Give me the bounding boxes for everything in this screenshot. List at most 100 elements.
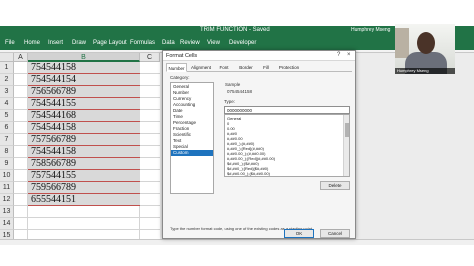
tab-fill[interactable]: Fill <box>261 63 271 72</box>
help-icon[interactable]: ? <box>337 52 340 58</box>
cell-a[interactable] <box>14 170 28 182</box>
column-header-b[interactable]: B <box>28 53 140 62</box>
select-all-corner[interactable] <box>0 53 14 62</box>
tab-font[interactable]: Font <box>217 63 231 72</box>
row-header[interactable]: 12 <box>0 194 14 206</box>
row-header[interactable]: 14 <box>0 218 14 230</box>
cell-b-value[interactable]: 757566789 <box>28 134 140 146</box>
dialog-title-bar: Format Cells ? × <box>163 51 355 61</box>
cell-c[interactable] <box>140 86 160 98</box>
cell-b-value[interactable]: 754544158 <box>28 122 140 134</box>
cell-a[interactable] <box>14 206 28 218</box>
cell-a[interactable] <box>14 218 28 230</box>
row-header[interactable]: 2 <box>0 74 14 86</box>
tab-alignment[interactable]: Alignment <box>189 63 213 72</box>
cell-b-value[interactable]: 754544168 <box>28 110 140 122</box>
cell-a[interactable] <box>14 86 28 98</box>
tab-developer[interactable]: Developer <box>229 40 256 46</box>
tab-home[interactable]: Home <box>24 40 40 46</box>
row-header[interactable]: 4 <box>0 98 14 110</box>
tab-border[interactable]: Border <box>237 63 255 72</box>
row-header[interactable]: 3 <box>0 86 14 98</box>
row-header[interactable]: 5 <box>0 110 14 122</box>
cell-c[interactable] <box>140 74 160 86</box>
cell-a[interactable] <box>14 146 28 158</box>
dialog-title: Format Cells <box>166 53 198 59</box>
format-cells-dialog: Format Cells ? × Number Alignment Font B… <box>162 50 356 239</box>
cell-b-value[interactable]: 759566789 <box>28 182 140 194</box>
cell-c[interactable] <box>140 146 160 158</box>
row-header[interactable]: 13 <box>0 206 14 218</box>
cell-c[interactable] <box>140 110 160 122</box>
scrollbar-thumb[interactable] <box>345 123 349 137</box>
type-input[interactable]: 0000000000 <box>224 106 350 114</box>
column-header-c[interactable]: C <box>140 53 160 62</box>
cell-c[interactable] <box>140 134 160 146</box>
row-header[interactable]: 6 <box>0 122 14 134</box>
tab-file[interactable]: File <box>5 40 15 46</box>
cell-b-value[interactable]: 655544151 <box>28 194 140 206</box>
sample-label: Sample <box>225 82 241 87</box>
tab-data[interactable]: Data <box>162 40 175 46</box>
cell-a[interactable] <box>14 194 28 206</box>
row-header[interactable]: 9 <box>0 158 14 170</box>
row-header[interactable]: 1 <box>0 62 14 74</box>
ok-button[interactable]: OK <box>284 229 314 238</box>
cell-a[interactable] <box>14 122 28 134</box>
cell-a[interactable] <box>14 182 28 194</box>
category-item[interactable]: Custom <box>171 150 213 156</box>
cell-c[interactable] <box>140 62 160 74</box>
format-code-item[interactable]: $#,##0.00_);($#,##0.00) <box>225 171 343 176</box>
user-name[interactable]: Humphrey Mseng <box>351 27 390 33</box>
type-label: Type: <box>224 99 236 104</box>
delete-button[interactable]: Delete <box>320 181 350 190</box>
cell-c[interactable] <box>140 218 160 230</box>
format-list-scrollbar[interactable] <box>343 115 349 176</box>
tab-protection[interactable]: Protection <box>276 63 302 72</box>
category-label: Category: <box>170 75 190 80</box>
tab-number[interactable]: Number <box>166 63 187 72</box>
close-icon[interactable]: × <box>347 52 351 58</box>
tab-page-layout[interactable]: Page Layout <box>93 40 127 46</box>
row-header[interactable]: 11 <box>0 182 14 194</box>
cell-c[interactable] <box>140 122 160 134</box>
row-header[interactable]: 8 <box>0 146 14 158</box>
cell-c[interactable] <box>140 182 160 194</box>
cell-a[interactable] <box>14 74 28 86</box>
tab-view[interactable]: View <box>207 40 220 46</box>
cell-c[interactable] <box>140 206 160 218</box>
sample-value: 0754544158 <box>227 89 253 94</box>
cell-a[interactable] <box>14 110 28 122</box>
column-header-a[interactable]: A <box>14 53 28 62</box>
cell-b-value[interactable]: 754544154 <box>28 74 140 86</box>
cell-b-empty[interactable] <box>28 218 140 230</box>
cell-b-value[interactable]: 757544155 <box>28 170 140 182</box>
cell-b-value[interactable]: 758566789 <box>28 158 140 170</box>
row-header[interactable]: 7 <box>0 134 14 146</box>
window-title: TRIM FUNCTION - Saved <box>200 27 270 33</box>
cell-a[interactable] <box>14 98 28 110</box>
cell-c[interactable] <box>140 98 160 110</box>
cell-b-value[interactable]: 754544158 <box>28 62 140 74</box>
cell-b-value[interactable]: 756566789 <box>28 86 140 98</box>
cancel-button[interactable]: Cancel <box>320 229 350 238</box>
tab-draw[interactable]: Draw <box>72 40 86 46</box>
cell-a[interactable] <box>14 134 28 146</box>
dialog-tabs: Number Alignment Font Border Fill Protec… <box>166 63 352 72</box>
format-code-list[interactable]: General 0 0.00 #,##0 #,##0.00 #,##0_);(#,##0)… <box>224 114 350 177</box>
excel-window: TRIM FUNCTION - Saved Humphrey Mseng Fil… <box>0 0 474 266</box>
cell-c[interactable] <box>140 194 160 206</box>
cell-b-empty[interactable] <box>28 206 140 218</box>
cell-a[interactable] <box>14 62 28 74</box>
cell-b-value[interactable]: 754544155 <box>28 98 140 110</box>
tab-formulas[interactable]: Formulas <box>130 40 155 46</box>
cell-a[interactable] <box>14 158 28 170</box>
tab-review[interactable]: Review <box>180 40 200 46</box>
row-header[interactable]: 10 <box>0 170 14 182</box>
category-list[interactable]: General Number Currency Accounting Date Time P… <box>170 82 214 194</box>
cell-c[interactable] <box>140 158 160 170</box>
cell-c[interactable] <box>140 170 160 182</box>
worksheet-grid[interactable]: A B C 1 754544158 2 754544154 3 756566789 4 754… <box>0 53 160 242</box>
tab-insert[interactable]: Insert <box>48 40 63 46</box>
cell-b-value[interactable]: 754544158 <box>28 146 140 158</box>
